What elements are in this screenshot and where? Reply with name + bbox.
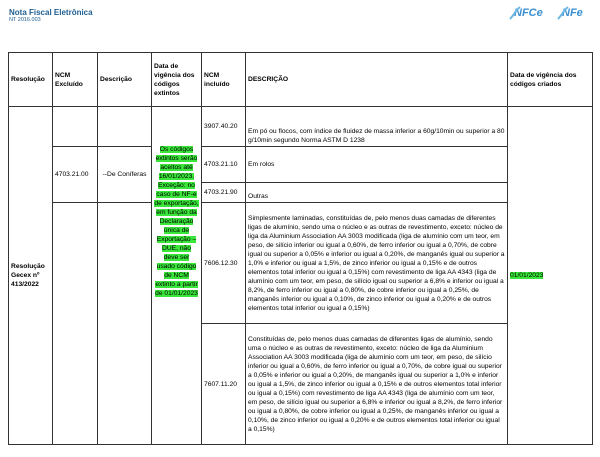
ncm-incluido-cell: 3907.40.20 bbox=[201, 106, 246, 147]
resolucao-cell: Resolução Gecex nº 413/2022 bbox=[8, 106, 53, 445]
descricao-cell-coniferas: --De Coníferas bbox=[97, 146, 152, 203]
doc-subtitle: NT 2016.003 bbox=[9, 17, 41, 23]
ncm-incluido-cell: 7606.12.30 bbox=[201, 202, 246, 324]
ncm-incluido-cell: 4703.21.10 bbox=[201, 146, 246, 183]
descricao-cell: Em pó ou flocos, com índice de fluidez d… bbox=[245, 106, 508, 147]
empty-cell bbox=[97, 106, 152, 147]
nfce-logo: NFCe bbox=[509, 6, 543, 20]
ncm-incluido-cell: 7607.11.20 bbox=[201, 323, 246, 445]
header-data-criados: Data de vigência dos códigos criados bbox=[507, 52, 593, 107]
table-row: 7606.12.30 Simplesmente laminadas, const… bbox=[9, 202, 593, 445]
descricao-cell: Em rolos bbox=[245, 146, 508, 183]
extintos-note: Os códigos extintos serão aceitos até bbox=[155, 146, 198, 171]
ncm-table: Resolução NCM Excluído Descrição Data de… bbox=[8, 52, 593, 445]
table-header-row: Resolução NCM Excluído Descrição Data de… bbox=[8, 52, 593, 107]
header-data-extintos: Data de vigência dos códigos extintos bbox=[151, 52, 202, 107]
logos: NFCe NFe bbox=[502, 6, 592, 27]
header-descricao2: DESCRIÇÃO bbox=[245, 52, 508, 107]
doc-header: Nota Fiscal Eletrônica NT 2016.003 bbox=[9, 8, 93, 24]
extintos-date: 16/01/2023. bbox=[158, 173, 195, 180]
data-criados-cell: 01/01/2023 bbox=[507, 106, 593, 445]
descricao-cell: Simplesmente laminadas, constituídas de,… bbox=[245, 202, 508, 324]
empty-cell bbox=[97, 202, 152, 445]
header-resolucao: Resolução bbox=[8, 52, 53, 107]
empty-cell bbox=[52, 106, 98, 147]
empty-cell bbox=[52, 202, 98, 445]
doc-title: Nota Fiscal Eletrônica bbox=[9, 8, 93, 17]
header-ncm-incluido: NCM incluído bbox=[201, 52, 246, 107]
header-descricao: Descrição bbox=[97, 52, 152, 107]
extintos-exception: Exceção: no caso de NF-e de exportação, … bbox=[154, 182, 199, 297]
ncm-incluido-cell: 4703.21.90 bbox=[201, 182, 246, 203]
table-row: Resolução Gecex nº 413/2022 Os códigos e… bbox=[8, 106, 593, 445]
nfe-logo: NFe bbox=[557, 6, 583, 20]
descricao-cell: Constituídas de, pelo menos duas camadas… bbox=[245, 323, 508, 445]
descricao-cell: Outras bbox=[245, 182, 508, 203]
table-row: 4703.21.00 --De Coníferas 4703.21.10 Em … bbox=[9, 146, 593, 203]
criados-date: 01/01/2023 bbox=[510, 272, 544, 279]
ncm-excluido-cell: 4703.21.00 bbox=[52, 146, 98, 203]
data-extintos-cell: Os códigos extintos serão aceitos até 16… bbox=[151, 106, 202, 445]
header-ncm-excluido: NCM Excluído bbox=[52, 52, 98, 107]
